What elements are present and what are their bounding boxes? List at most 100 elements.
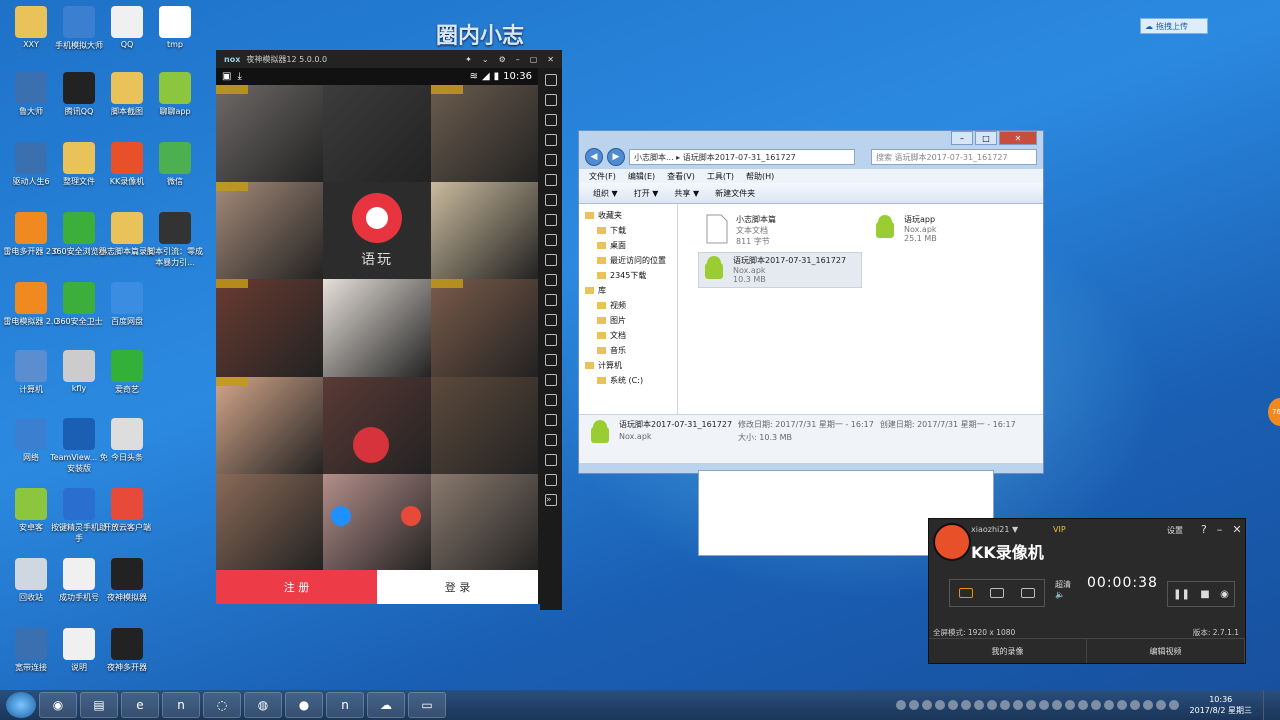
tray-icon[interactable] [1155,700,1166,710]
tray-icon[interactable] [1025,700,1036,710]
nav-item[interactable]: 收藏夹 [579,208,677,223]
sidebar-tool-icon[interactable] [545,134,557,146]
sidebar-tool-icon[interactable] [545,414,557,426]
tray-icon[interactable] [986,700,997,710]
register-button[interactable]: 注 册 [216,570,377,604]
tray-icon[interactable] [1142,700,1153,710]
volume-icon[interactable]: 🔈 [1055,590,1071,599]
sidebar-tool-icon[interactable] [545,74,557,86]
sidebar-tool-icon[interactable] [545,214,557,226]
tray-icon[interactable] [921,700,932,710]
minimize-button[interactable]: – [951,131,973,145]
minimize-button[interactable]: – [1217,523,1223,536]
tray-icon[interactable] [1077,700,1088,710]
file-item[interactable]: 小志脚本篇 文本文档 811 字节 [702,212,866,248]
sidebar-tool-icon[interactable] [545,194,557,206]
toolbar-button[interactable]: 打开 ▼ [634,188,659,199]
camera-icon[interactable]: ◉ [1220,589,1229,600]
profile-photo-tile[interactable] [430,182,538,280]
profile-photo-tile[interactable] [323,376,431,474]
nav-item[interactable]: 桌面 [579,238,677,253]
android-screen[interactable]: ▣ ⤓ ≋ ◢ ▮ 10:36 语玩 注 册 登 录 [216,68,538,604]
taskbar-app-chrome-icon[interactable]: ◉ [39,692,77,718]
menu-item[interactable]: 工具(T) [707,171,734,182]
app-logo-tile[interactable]: 语玩 [323,182,431,280]
nav-item[interactable]: 计算机 [579,358,677,373]
sidebar-tool-icon[interactable] [545,174,557,186]
sidebar-tool-icon[interactable] [545,394,557,406]
profile-photo-tile[interactable] [216,279,324,377]
tray-icon[interactable] [1012,700,1023,710]
menu-item[interactable]: 查看(V) [667,171,695,182]
quality-selector[interactable]: 超清 🔈 [1055,579,1071,599]
desktop-icon[interactable]: 百度网盘 [96,282,158,327]
settings-button[interactable]: 设置 [1167,525,1183,536]
start-button[interactable] [6,692,36,718]
maximize-button[interactable]: ▢ [530,55,538,64]
dropdown-icon[interactable]: ⌄ [482,55,489,64]
fullscreen-capture-icon[interactable] [958,588,973,598]
tray-icon[interactable] [1103,700,1114,710]
file-explorer-window[interactable]: – □ ✕ ◀ ▶ 小志脚本... ▸ 语玩脚本2017-07-31_16172… [578,130,1044,474]
sidebar-tool-icon[interactable] [545,274,557,286]
tray-icon[interactable] [1051,700,1062,710]
desktop-icon[interactable]: 聊聊app [144,72,206,117]
desktop-icon[interactable]: 夜神模拟器 [96,558,158,603]
desktop-icon[interactable]: 微信 [144,142,206,187]
help-icon[interactable]: ? [1201,523,1207,536]
menu-item[interactable]: 帮助(H) [746,171,774,182]
qq-login-icon[interactable] [331,505,352,526]
desktop-icon[interactable]: 爱奇艺 [96,350,158,395]
desktop-icon[interactable]: 今日头条 [96,418,158,463]
profile-photo-tile[interactable] [323,473,431,571]
nav-item[interactable]: 库 [579,283,677,298]
file-item[interactable]: 语玩app Nox.apk 25.1 MB [870,212,1034,248]
pause-icon[interactable]: ❚❚ [1173,589,1190,600]
tray-icon[interactable] [1038,700,1049,710]
profile-photo-tile[interactable] [430,376,538,474]
nav-item[interactable]: 图片 [579,313,677,328]
taskbar-app-alien-icon[interactable]: ◍ [244,692,282,718]
sidebar-tool-icon[interactable] [545,154,557,166]
profile-photo-tile[interactable] [216,473,324,571]
login-button[interactable]: 登 录 [377,570,538,604]
back-button[interactable]: ◀ [585,148,603,166]
profile-photo-tile[interactable] [216,182,324,280]
profile-photo-tile[interactable] [216,376,324,474]
settings-icon[interactable]: ⚙ [499,55,506,64]
tray-icon[interactable] [908,700,919,710]
menu-item[interactable]: 编辑(E) [628,171,655,182]
tray-icon[interactable] [960,700,971,710]
tray-icon[interactable] [895,700,906,710]
desktop-icon[interactable]: 夜神多开器 [96,628,158,673]
desktop-icon[interactable]: tmp [144,6,206,49]
nav-item[interactable]: 文档 [579,328,677,343]
toolbar-button[interactable]: 组织 ▼ [593,188,618,199]
drag-upload-button[interactable]: ☁ 拖拽上传 [1140,18,1208,34]
floating-widget[interactable]: 76 [1268,398,1280,426]
address-bar[interactable]: 小志脚本... ▸ 语玩脚本2017-07-31_161727 [629,149,855,165]
taskbar-app-nox-icon[interactable]: n [162,692,200,718]
sidebar-tool-icon[interactable] [545,374,557,386]
nav-item[interactable]: 2345下载 [579,268,677,283]
show-desktop-button[interactable] [1263,690,1274,720]
tray-icon[interactable] [947,700,958,710]
nav-item[interactable]: 下载 [579,223,677,238]
profile-photo-tile[interactable] [216,85,324,183]
sidebar-tool-icon[interactable] [545,294,557,306]
taskbar-app-kk-icon[interactable]: ● [285,692,323,718]
sidebar-tool-icon[interactable] [545,314,557,326]
taskbar-app-baidu-icon[interactable]: ☁ [367,692,405,718]
expand-sidebar-icon[interactable]: » [545,494,557,506]
taskbar-app-window-icon[interactable]: ▭ [408,692,446,718]
profile-photo-tile[interactable] [323,279,431,377]
toolbar-button[interactable]: 共享 ▼ [674,188,699,199]
close-button[interactable]: ✕ [999,131,1037,145]
sidebar-tool-icon[interactable] [545,354,557,366]
kk-recorder-window[interactable]: xiaozhi21 ▼ VIP KK录像机 设置 ? – ✕ 超清 🔈 00:00… [928,518,1246,664]
maximize-button[interactable]: □ [975,131,997,145]
nav-item[interactable]: 最近访问的位置 [579,253,677,268]
tray-icon[interactable] [1090,700,1101,710]
pin-icon[interactable]: ✦ [465,55,472,64]
forward-button[interactable]: ▶ [607,148,625,166]
